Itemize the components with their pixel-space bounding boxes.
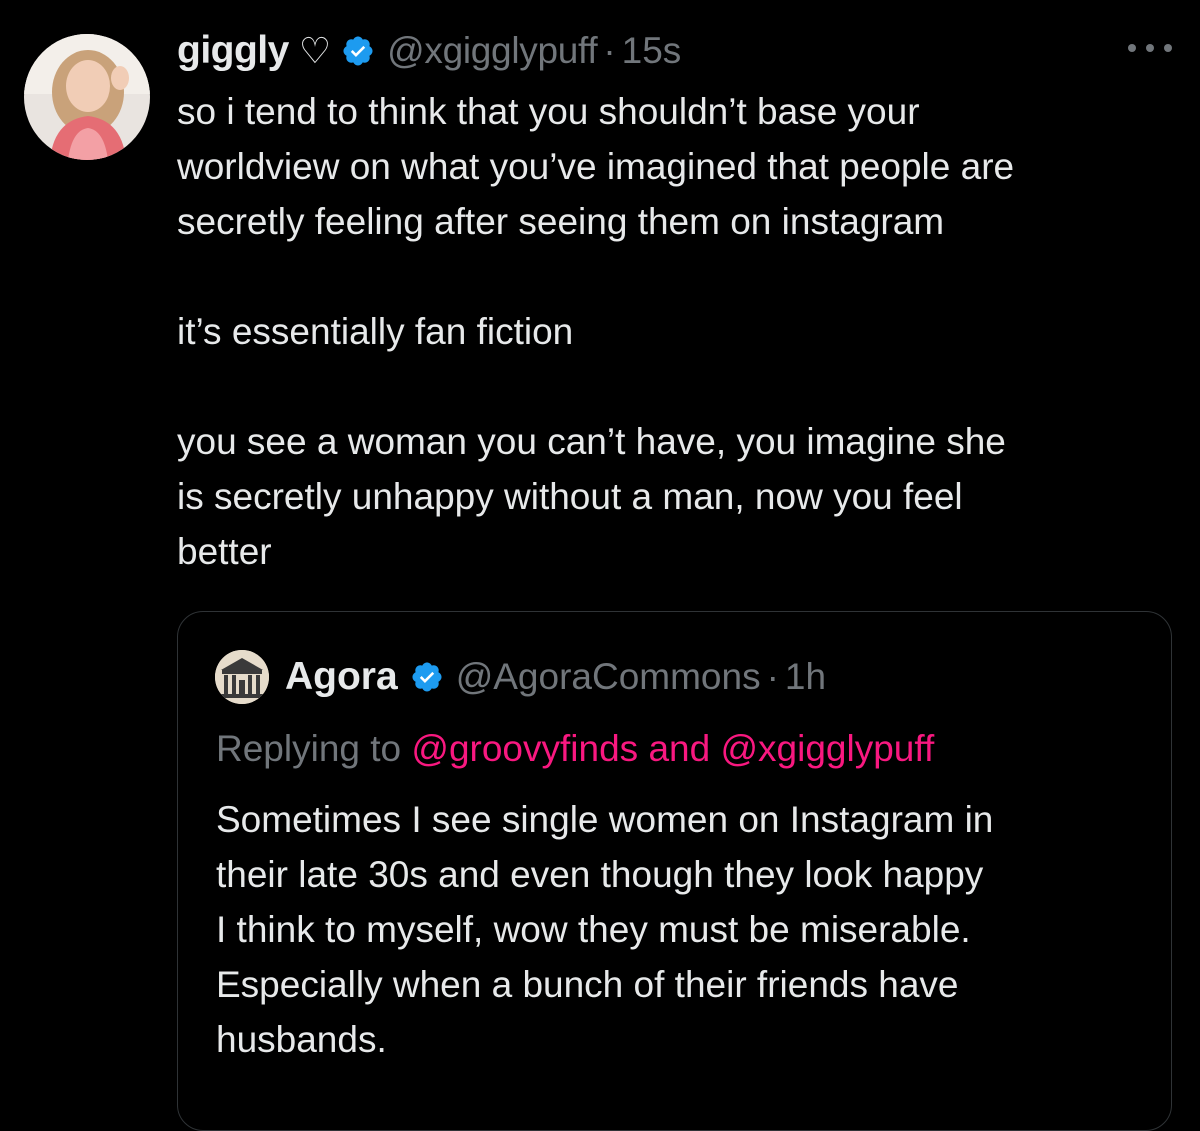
user-avatar[interactable]: [24, 34, 150, 160]
quoted-display-name[interactable]: Agora: [285, 655, 398, 699]
more-dot: [1146, 44, 1154, 52]
tweet-header: giggly ♡ @xgigglypuff · 15s: [177, 26, 681, 76]
more-dot: [1128, 44, 1136, 52]
tweet-text-line: worldview on what you’ve imagined that p…: [177, 146, 1015, 187]
name-heart-decoration: ♡: [298, 30, 332, 71]
replying-to-line: Replying to @groovyfinds and @xgigglypuf…: [216, 728, 934, 770]
user-handle[interactable]: @xgigglypuff: [387, 30, 597, 72]
quoted-tweet-timestamp[interactable]: 1h: [785, 656, 826, 698]
mention-link[interactable]: @groovyfinds: [411, 728, 638, 769]
tweet-text-paragraph: it’s essentially fan fiction: [177, 311, 574, 352]
tweet-text-line: you see a woman you can’t have, you imag…: [177, 421, 1006, 462]
quoted-tweet-text: Sometimes I see single women on Instagra…: [216, 792, 1156, 1067]
quoted-user-avatar[interactable]: [215, 650, 269, 704]
quoted-text-line: husbands.: [216, 1019, 387, 1060]
quoted-user-handle[interactable]: @AgoraCommons: [456, 656, 761, 698]
replying-and-text: and: [648, 728, 711, 769]
tweet-text-line: secretly feeling after seeing them on in…: [177, 201, 945, 242]
separator-dot: ·: [766, 656, 779, 697]
quoted-text-line: I think to myself, wow they must be mise…: [216, 909, 971, 950]
quoted-text-line: their late 30s and even though they look…: [216, 854, 984, 895]
separator-dot: ·: [603, 30, 616, 71]
quoted-tweet-card[interactable]: Agora @AgoraCommons · 1h Replying to @gr…: [177, 611, 1172, 1131]
tweet-text: so i tend to think that you shouldn’t ba…: [177, 84, 1177, 579]
verified-badge-icon[interactable]: [410, 660, 444, 694]
mention-link[interactable]: @xgigglypuff: [720, 728, 934, 769]
more-options-icon[interactable]: [1128, 38, 1172, 58]
quoted-text-line: Especially when a bunch of their friends…: [216, 964, 959, 1005]
tweet-text-line: so i tend to think that you shouldn’t ba…: [177, 91, 920, 132]
replying-to-label: Replying to: [216, 728, 402, 769]
display-name[interactable]: giggly: [177, 29, 289, 73]
quoted-tweet-header: Agora @AgoraCommons · 1h: [215, 650, 826, 704]
verified-badge-icon[interactable]: [341, 34, 375, 68]
tweet-text-line: better: [177, 531, 272, 572]
more-dot: [1164, 44, 1172, 52]
tweet-timestamp[interactable]: 15s: [622, 30, 682, 72]
quoted-text-line: Sometimes I see single women on Instagra…: [216, 799, 994, 840]
tweet-text-line: is secretly unhappy without a man, now y…: [177, 476, 963, 517]
